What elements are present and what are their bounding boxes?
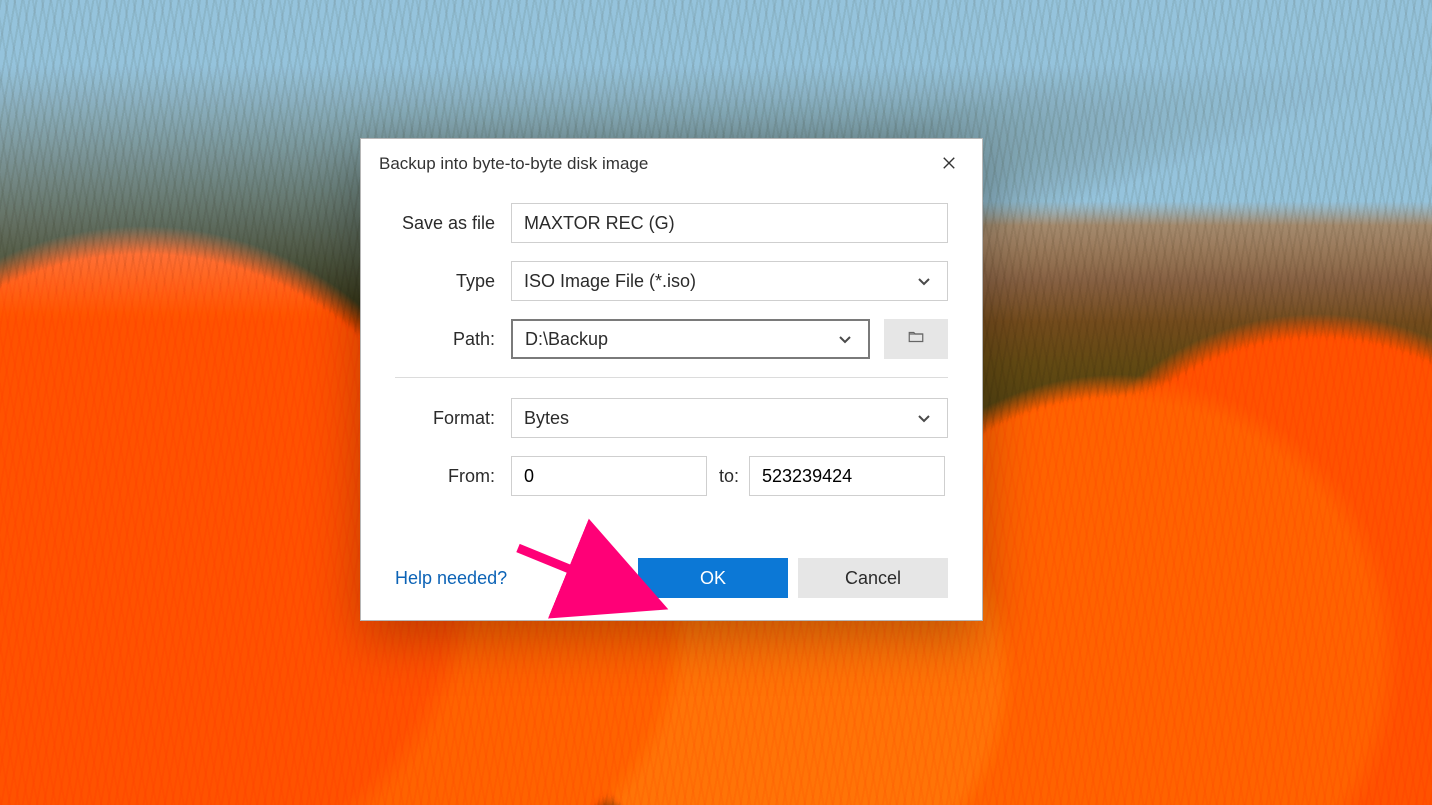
label-from: From:: [361, 466, 511, 487]
dialog-title: Backup into byte-to-byte disk image: [379, 154, 926, 174]
titlebar[interactable]: Backup into byte-to-byte disk image: [361, 139, 982, 189]
to-input[interactable]: [749, 456, 945, 496]
label-format: Format:: [361, 408, 511, 429]
help-link[interactable]: Help needed?: [395, 568, 507, 589]
cancel-button[interactable]: Cancel: [798, 558, 948, 598]
path-select[interactable]: D:\Backup: [511, 319, 870, 359]
chevron-down-icon: [913, 410, 935, 426]
row-save-as-file: Save as file: [361, 203, 948, 243]
format-select-value: Bytes: [524, 408, 913, 429]
row-path: Path: D:\Backup: [361, 319, 948, 359]
from-input[interactable]: [511, 456, 707, 496]
row-type: Type ISO Image File (*.iso): [361, 261, 948, 301]
chevron-down-icon: [834, 331, 856, 347]
label-save-as-file: Save as file: [361, 213, 511, 234]
label-to: to:: [707, 466, 749, 487]
path-select-value: D:\Backup: [525, 329, 834, 350]
close-button[interactable]: [926, 145, 972, 183]
action-row: Help needed? OK Cancel: [361, 514, 948, 598]
save-as-file-input[interactable]: [511, 203, 948, 243]
ok-button[interactable]: OK: [638, 558, 788, 598]
dialog-content: Save as file Type ISO Image File (*.iso)…: [361, 189, 982, 620]
type-select[interactable]: ISO Image File (*.iso): [511, 261, 948, 301]
label-path: Path:: [361, 329, 511, 350]
backup-dialog: Backup into byte-to-byte disk image Save…: [360, 138, 983, 621]
row-range: From: to:: [361, 456, 948, 496]
folder-icon: [905, 328, 927, 351]
chevron-down-icon: [913, 273, 935, 289]
close-icon: [942, 154, 956, 175]
browse-button[interactable]: [884, 319, 948, 359]
type-select-value: ISO Image File (*.iso): [524, 271, 913, 292]
row-format: Format: Bytes: [361, 398, 948, 438]
format-select[interactable]: Bytes: [511, 398, 948, 438]
divider: [395, 377, 948, 378]
label-type: Type: [361, 271, 511, 292]
